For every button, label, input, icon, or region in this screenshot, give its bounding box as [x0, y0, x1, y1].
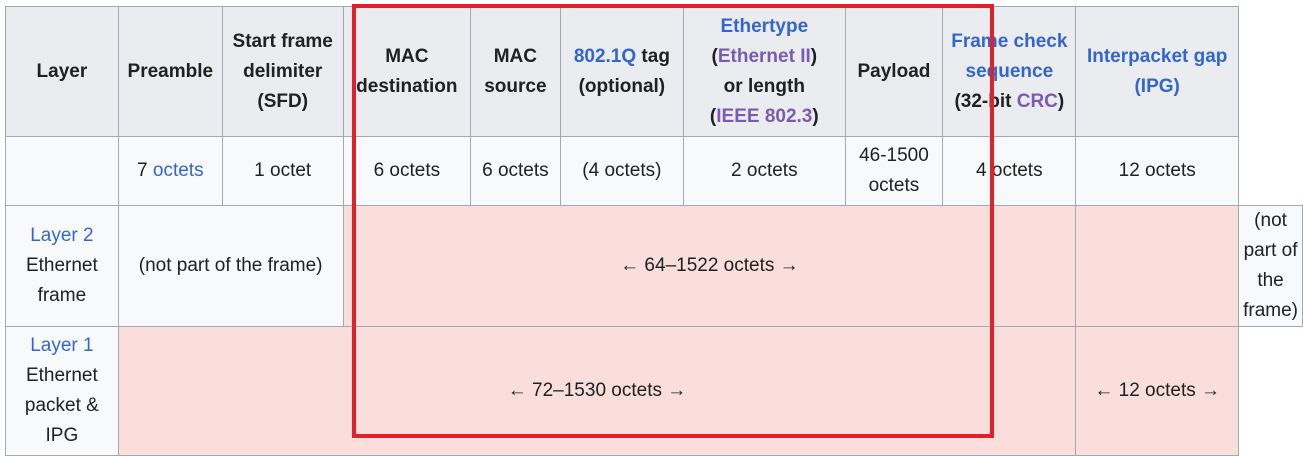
size-payload: 46-1500 octets	[844, 136, 944, 206]
header-mac-source: MAC source	[470, 6, 561, 137]
layer2-label: Layer 2 Ethernet frame	[5, 205, 119, 327]
size-sfd: 1 octet	[221, 136, 344, 206]
size-row: 7 octets 1 octet 6 octets 6 octets (4 oc…	[5, 136, 1303, 206]
header-ipg: Interpacket gap (IPG)	[1075, 6, 1240, 137]
header-layer: Layer	[5, 6, 119, 137]
layer1-row: Layer 1 Ethernet packet & IPG ← 72–1530 …	[5, 326, 1303, 456]
link-ethernet-ii[interactable]: Ethernet II	[718, 46, 811, 67]
size-mac-destination: 6 octets	[342, 136, 472, 206]
header-ethertype: Ethertype (Ethernet II) or length (IEEE …	[683, 6, 846, 137]
size-ethertype: 2 octets	[683, 136, 846, 206]
header-fcs: Frame check sequence (32-bit CRC)	[942, 6, 1077, 137]
ethernet-frame-table: Layer Preamble Start frame delimiter (SF…	[5, 6, 1303, 456]
layer2-fcs-cell	[1075, 205, 1240, 327]
size-mac-source: 6 octets	[470, 136, 561, 206]
size-ipg: 12 octets	[1075, 136, 1240, 206]
size-8021q-tag: (4 octets)	[559, 136, 685, 206]
layer2-frame-span: ← 64–1522 octets →	[342, 205, 1077, 327]
link-frame-check-sequence[interactable]: Frame check sequence	[947, 27, 1071, 87]
link-layer-2[interactable]: Layer 2	[30, 225, 93, 246]
link-ieee-8023[interactable]: IEEE 802.3	[716, 106, 812, 127]
layer2-not-part-left: (not part of the frame)	[117, 205, 344, 327]
header-row: Layer Preamble Start frame delimiter (SF…	[5, 6, 1303, 137]
link-interpacket-gap[interactable]: Interpacket gap (IPG)	[1080, 42, 1234, 102]
layer2-not-part-right: (not part of the frame)	[1238, 205, 1303, 327]
layer2-row: Layer 2 Ethernet frame (not part of the …	[5, 205, 1303, 327]
header-mac-destination: MAC destination	[342, 6, 472, 137]
header-8021q-tag: 802.1Q tag (optional)	[559, 6, 685, 137]
link-octets[interactable]: octets	[153, 160, 204, 181]
layer1-packet-span: ← 72–1530 octets →	[117, 326, 1077, 456]
size-fcs: 4 octets	[942, 136, 1077, 206]
header-payload: Payload	[844, 6, 944, 137]
link-ethertype[interactable]: Ethertype	[721, 16, 809, 37]
layer1-ipg-span: ← 12 octets →	[1075, 326, 1240, 456]
link-layer-1[interactable]: Layer 1	[30, 335, 93, 356]
size-layer	[5, 136, 119, 206]
link-8021q[interactable]: 802.1Q	[574, 46, 636, 67]
header-sfd: Start frame delimiter (SFD)	[221, 6, 344, 137]
size-preamble: 7 octets	[117, 136, 223, 206]
link-crc[interactable]: CRC	[1017, 91, 1058, 112]
header-preamble: Preamble	[117, 6, 223, 137]
layer1-label: Layer 1 Ethernet packet & IPG	[5, 326, 119, 456]
